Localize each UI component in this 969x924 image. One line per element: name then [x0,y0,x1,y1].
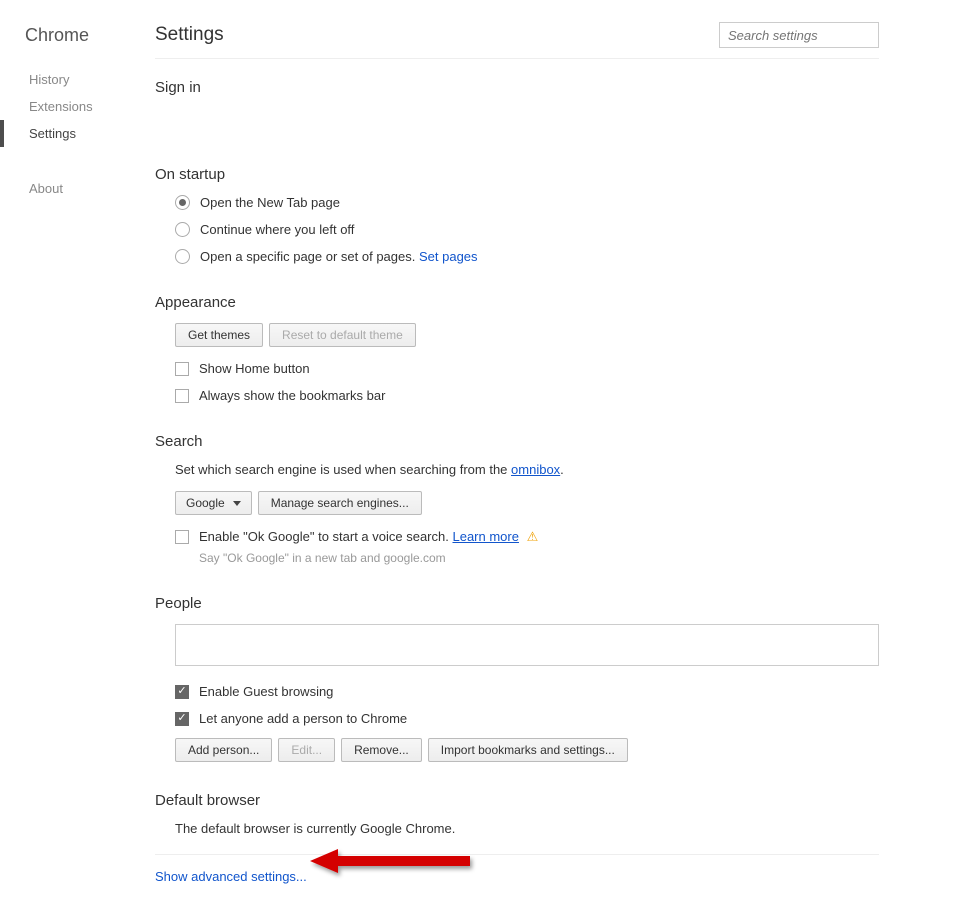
checkbox-show-bookmarks[interactable] [175,389,189,403]
sidebar: Chrome History Extensions Settings About [0,0,155,924]
checkbox-ok-google[interactable] [175,530,189,544]
sidebar-item-extensions[interactable]: Extensions [0,93,155,120]
reset-theme-button[interactable]: Reset to default theme [269,323,416,347]
checkbox-show-home[interactable] [175,362,189,376]
main-content: Settings Sign in On startup Open the New… [155,0,969,924]
edit-person-button[interactable]: Edit... [278,738,335,762]
section-appearance-title: Appearance [155,294,879,311]
remove-person-button[interactable]: Remove... [341,738,422,762]
search-desc-text: Set which search engine is used when sea… [175,462,511,477]
checkbox-anyone-add[interactable] [175,712,189,726]
radio-label-newtab: Open the New Tab page [200,195,340,210]
radio-label-specific: Open a specific page or set of pages. [200,249,415,264]
sidebar-item-settings[interactable]: Settings [0,120,155,147]
radio-startup-newtab[interactable] [175,195,190,210]
caret-down-icon [233,501,241,506]
radio-startup-continue[interactable] [175,222,190,237]
checkbox-label-show-home: Show Home button [199,361,310,376]
manage-search-engines-button[interactable]: Manage search engines... [258,491,422,515]
import-bookmarks-button[interactable]: Import bookmarks and settings... [428,738,628,762]
sidebar-title: Chrome [0,25,155,46]
search-input[interactable] [719,22,879,48]
people-list-box[interactable] [175,624,879,666]
omnibox-link[interactable]: omnibox [511,462,560,477]
page-title: Settings [155,24,224,46]
set-pages-link[interactable]: Set pages [419,249,478,264]
section-startup-title: On startup [155,166,879,183]
checkbox-label-show-bookmarks: Always show the bookmarks bar [199,388,385,403]
search-engine-value: Google [186,496,225,510]
warning-icon: ⚠ [527,529,539,544]
radio-startup-specific[interactable] [175,249,190,264]
sidebar-item-history[interactable]: History [0,66,155,93]
sidebar-item-about[interactable]: About [0,175,155,202]
search-engine-select[interactable]: Google [175,491,252,515]
checkbox-label-ok-google: Enable "Ok Google" to start a voice sear… [199,529,449,544]
default-browser-text: The default browser is currently Google … [175,821,879,836]
section-signin-title: Sign in [155,79,879,96]
checkbox-guest-browsing[interactable] [175,685,189,699]
divider [155,854,879,855]
checkbox-label-guest: Enable Guest browsing [199,684,333,699]
radio-label-continue: Continue where you left off [200,222,354,237]
ok-google-subtext: Say "Ok Google" in a new tab and google.… [199,551,879,565]
learn-more-link[interactable]: Learn more [452,529,518,544]
add-person-button[interactable]: Add person... [175,738,272,762]
checkbox-label-anyone-add: Let anyone add a person to Chrome [199,711,407,726]
section-default-browser-title: Default browser [155,792,879,809]
show-advanced-settings-link[interactable]: Show advanced settings... [155,869,307,884]
get-themes-button[interactable]: Get themes [175,323,263,347]
section-search-title: Search [155,433,879,450]
section-people-title: People [155,595,879,612]
